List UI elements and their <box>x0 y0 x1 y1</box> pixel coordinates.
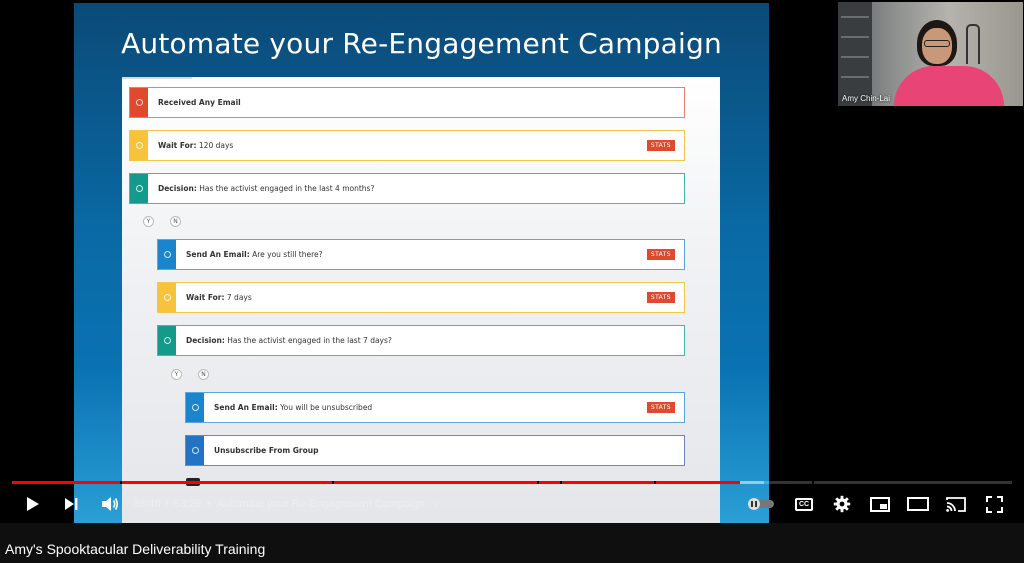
chapter-marker <box>560 481 562 484</box>
workflow-step-send-still-there: Send An Email: Are you still there? STAT… <box>157 239 685 270</box>
volume-button[interactable] <box>96 487 124 521</box>
stats-badge: STATS <box>646 249 675 260</box>
workflow-step-send-unsubscribed: Send An Email: You will be unsubscribed … <box>185 392 685 423</box>
slide-title: Automate your Re-Engagement Campaign <box>121 27 722 60</box>
video-player[interactable]: Automate your Re-Engagement Campaign Rec… <box>0 0 1024 523</box>
decision-icon <box>130 174 148 203</box>
workflow-panel: Received Any Email Wait For: 120 days ST… <box>122 77 720 523</box>
chapter-title-button[interactable]: Automate your Re-Engagement Campaign <box>217 498 425 510</box>
chapter-marker <box>654 481 656 484</box>
workflow-step-received-email: Received Any Email <box>129 87 685 118</box>
email-icon <box>186 393 204 422</box>
branch-yes: Y <box>143 216 154 227</box>
play-icon <box>27 497 39 511</box>
branch-yes: Y <box>171 369 182 380</box>
workflow-step-unsubscribe: Unsubscribe From Group <box>185 435 685 466</box>
captions-icon: CC <box>795 497 813 511</box>
cast-button[interactable] <box>942 487 970 521</box>
autoplay-toggle[interactable] <box>748 498 774 510</box>
chapter-marker <box>537 481 539 484</box>
branch-no: N <box>198 369 209 380</box>
progress-bar[interactable] <box>12 481 1012 484</box>
step-trigger-icon <box>130 88 148 117</box>
chapter-marker <box>812 481 814 484</box>
stats-badge: STATS <box>646 292 675 303</box>
branch-no: N <box>170 216 181 227</box>
captions-button[interactable]: CC <box>790 487 818 521</box>
player-controls: 38:48 / 53:29 • Automate your Re-Engagem… <box>0 487 1024 521</box>
fullscreen-button[interactable] <box>980 487 1008 521</box>
chapter-marker <box>332 481 334 484</box>
theater-mode-icon <box>907 497 929 511</box>
time-display: 38:48 / 53:29 • Automate your Re-Engagem… <box>133 497 437 511</box>
duration: 53:29 <box>173 498 202 510</box>
miniplayer-icon <box>870 496 890 512</box>
stats-badge: STATS <box>646 402 675 413</box>
current-time: 38:48 <box>133 498 161 510</box>
miniplayer-button[interactable] <box>866 487 894 521</box>
presenter-name: Amy Chin-Lai <box>842 94 891 103</box>
play-button[interactable] <box>20 487 46 521</box>
workflow-step-decision-4-months: Decision: Has the activist engaged in th… <box>129 173 685 204</box>
chapter-marker <box>120 481 122 484</box>
next-button[interactable] <box>58 487 84 521</box>
decision-icon <box>158 326 176 355</box>
pause-icon <box>748 498 760 510</box>
presentation-slide: Automate your Re-Engagement Campaign Rec… <box>74 3 769 523</box>
email-icon <box>158 240 176 269</box>
bookshelf <box>838 2 872 106</box>
chevron-right-icon[interactable]: › <box>433 497 437 511</box>
presenter <box>894 18 1004 106</box>
settings-button[interactable] <box>828 487 856 521</box>
next-icon <box>65 498 78 510</box>
volume-icon <box>102 497 119 511</box>
stats-badge: STATS <box>646 140 675 151</box>
fullscreen-icon <box>985 495 1003 513</box>
webcam-overlay: Amy Chin-Lai <box>838 2 1023 106</box>
clock-icon <box>130 131 148 160</box>
settings-gear-icon <box>833 495 851 513</box>
cast-icon <box>946 497 966 512</box>
unsubscribe-icon <box>186 436 204 465</box>
video-title: Amy's Spooktacular Deliverability Traini… <box>5 541 266 557</box>
theater-mode-button[interactable] <box>904 487 932 521</box>
workflow-step-wait-120: Wait For: 120 days STATS <box>129 130 685 161</box>
glasses <box>924 40 950 47</box>
clock-icon <box>158 283 176 312</box>
workflow-step-decision-7-days: Decision: Has the activist engaged in th… <box>157 325 685 356</box>
workflow-step-wait-7: Wait For: 7 days STATS <box>157 282 685 313</box>
